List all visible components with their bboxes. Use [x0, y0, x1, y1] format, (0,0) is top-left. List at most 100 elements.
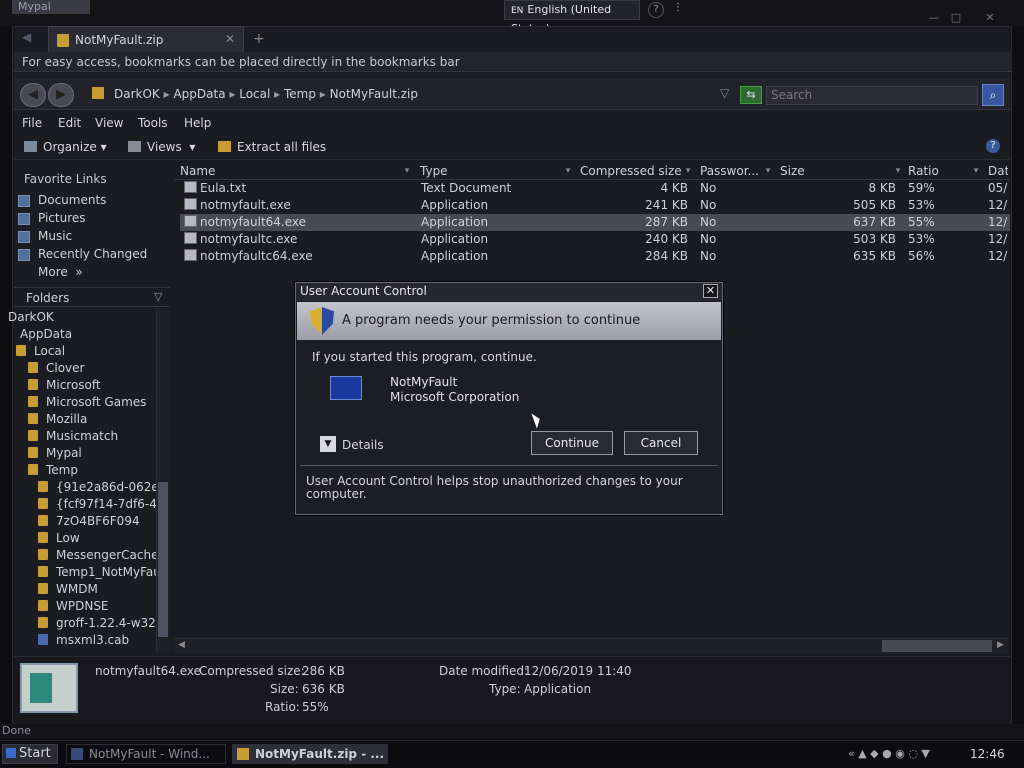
- organize-button[interactable]: Organize ▾: [24, 140, 107, 154]
- file-row[interactable]: notmyfaultc64.exe Application 284 KB No 635 …: [180, 248, 1010, 265]
- fav-recently-changed[interactable]: Recently Changed: [38, 247, 147, 261]
- tree-item[interactable]: {fcf97f14-7df6-4f2: [38, 497, 156, 511]
- cancel-button[interactable]: Cancel: [624, 431, 698, 455]
- clock[interactable]: 12:46: [970, 744, 1014, 764]
- taskbar-item-notmyfault[interactable]: NotMyFault - Wind...: [66, 744, 226, 764]
- tree-item[interactable]: Temp1_NotMyFaul: [38, 565, 156, 579]
- tree-item[interactable]: DarkOK: [8, 310, 156, 324]
- system-tray[interactable]: « ▲ ◆ ● ◉ ◌ ▼: [848, 744, 984, 764]
- column-size[interactable]: Size: [780, 164, 805, 178]
- extract-all-button[interactable]: Extract all files: [218, 140, 326, 154]
- tree-item[interactable]: Microsoft: [28, 378, 156, 392]
- views-button[interactable]: Views ▾: [128, 140, 195, 154]
- language-bar[interactable]: ENEnglish (United States): [504, 0, 640, 35]
- column-ratio-dropdown-icon[interactable]: ▾: [971, 163, 981, 179]
- maximize-icon[interactable]: □: [946, 10, 966, 26]
- continue-button[interactable]: Continue: [531, 431, 613, 455]
- address-dropdown-icon[interactable]: ▽: [720, 86, 729, 100]
- breadcrumb-segment[interactable]: Temp: [284, 87, 316, 101]
- column-name-dropdown-icon[interactable]: ▾: [402, 163, 412, 179]
- tree-item[interactable]: groff-1.22.4-w32-: [38, 616, 156, 630]
- tree-item[interactable]: WMDM: [38, 582, 156, 596]
- scroll-right-icon[interactable]: ▶: [997, 640, 1004, 650]
- tree-item[interactable]: Mozilla: [28, 412, 156, 426]
- extract-icon: [218, 141, 231, 152]
- search-input[interactable]: Search: [766, 86, 978, 105]
- tree-item[interactable]: Low: [38, 531, 156, 545]
- folder-icon: [38, 583, 48, 594]
- tree-item[interactable]: Temp: [28, 463, 156, 477]
- forward-arrow-icon[interactable]: ▶: [48, 83, 74, 107]
- menu-tools[interactable]: Tools: [138, 116, 168, 130]
- file-ratio: 55%: [908, 215, 935, 229]
- breadcrumb-segment[interactable]: AppData: [173, 87, 225, 101]
- tree-item[interactable]: WPDNSE: [38, 599, 156, 613]
- fav-music[interactable]: Music: [38, 229, 72, 243]
- horizontal-scroll-thumb[interactable]: [882, 640, 992, 652]
- window-close-icon[interactable]: ✕: [980, 10, 1000, 26]
- menu-help[interactable]: Help: [184, 116, 211, 130]
- tree-item[interactable]: msxml3.cab: [38, 633, 156, 647]
- column-password-dropdown-icon[interactable]: ▾: [763, 163, 773, 179]
- breadcrumb-separator-icon[interactable]: ▸: [316, 87, 330, 101]
- tree-item[interactable]: {91e2a86d-062e-4: [38, 480, 156, 494]
- breadcrumb-separator-icon[interactable]: ▸: [160, 87, 174, 101]
- tree-item[interactable]: AppData: [20, 327, 156, 341]
- breadcrumb-segment[interactable]: NotMyFault.zip: [330, 87, 418, 101]
- breadcrumb-separator-icon[interactable]: ▸: [226, 87, 240, 101]
- scroll-left-icon[interactable]: ◀: [178, 640, 185, 650]
- tree-item[interactable]: Clover: [28, 361, 156, 375]
- chevron-down-icon[interactable]: ▽: [154, 290, 162, 303]
- tab-close-icon[interactable]: ✕: [225, 32, 235, 46]
- menu-view[interactable]: View: [95, 116, 123, 130]
- column-ratio[interactable]: Ratio: [908, 164, 939, 178]
- tree-item-label: Clover: [46, 361, 85, 375]
- taskbar-item-zip[interactable]: NotMyFault.zip - ...: [232, 744, 388, 764]
- tree-item[interactable]: Mypal: [28, 446, 156, 460]
- breadcrumb-segment[interactable]: DarkOK: [114, 87, 160, 101]
- fav-pictures[interactable]: Pictures: [38, 211, 86, 225]
- mypal-window-tab[interactable]: Mypal: [12, 0, 90, 14]
- column-type-dropdown-icon[interactable]: ▾: [563, 163, 573, 179]
- column-date[interactable]: Date: [988, 164, 1008, 178]
- tree-item[interactable]: Musicmatch: [28, 429, 156, 443]
- search-icon[interactable]: ⌕: [982, 84, 1004, 106]
- language-options-icon[interactable]: ⋮: [672, 2, 684, 20]
- menu-edit[interactable]: Edit: [58, 116, 81, 130]
- tree-item[interactable]: 7zO4BF6F094: [38, 514, 156, 528]
- chevron-down-icon[interactable]: ▼: [320, 436, 336, 452]
- breadcrumb[interactable]: DarkOK ▸ AppData ▸ Local ▸ Temp ▸ NotMyF…: [114, 85, 726, 103]
- tree-scroll-thumb[interactable]: [158, 482, 168, 637]
- tab-scroll-left-icon[interactable]: ◀: [22, 30, 31, 44]
- application-icon: [184, 249, 197, 261]
- details-toggle-label[interactable]: Details: [342, 438, 384, 452]
- more-favorites-link[interactable]: More »: [38, 265, 83, 279]
- file-row[interactable]: notmyfault64.exe Application 287 KB No 637 K…: [180, 214, 1010, 231]
- refresh-icon[interactable]: ⇆: [740, 86, 762, 104]
- menu-file[interactable]: File: [22, 116, 42, 130]
- fav-documents[interactable]: Documents: [38, 193, 106, 207]
- column-compressed-size[interactable]: Compressed size: [580, 164, 682, 178]
- file-row[interactable]: Eula.txt Text Document 4 KB No 8 KB 59% 05/: [180, 180, 1010, 197]
- folders-header[interactable]: Folders: [14, 287, 170, 307]
- column-name[interactable]: Name: [180, 164, 215, 178]
- new-tab-icon[interactable]: +: [250, 30, 268, 48]
- back-arrow-icon[interactable]: ◀: [20, 83, 46, 107]
- column-type[interactable]: Type: [420, 164, 448, 178]
- file-ratio: 53%: [908, 232, 935, 246]
- column-password[interactable]: Passwor...: [700, 164, 759, 178]
- file-row[interactable]: notmyfaultc.exe Application 240 KB No 503 KB…: [180, 231, 1010, 248]
- column-size-dropdown-icon[interactable]: ▾: [893, 163, 903, 179]
- tree-item[interactable]: Microsoft Games: [28, 395, 156, 409]
- file-row[interactable]: notmyfault.exe Application 241 KB No 505 KB 5…: [180, 197, 1010, 214]
- minimize-icon[interactable]: —: [924, 10, 944, 26]
- tree-item[interactable]: Local: [16, 344, 156, 358]
- language-help-icon[interactable]: ?: [648, 2, 664, 18]
- breadcrumb-segment[interactable]: Local: [239, 87, 270, 101]
- help-icon[interactable]: ?: [986, 139, 1000, 153]
- tree-item[interactable]: MessengerCache: [38, 548, 156, 562]
- breadcrumb-separator-icon[interactable]: ▸: [270, 87, 284, 101]
- column-compressed-dropdown-icon[interactable]: ▾: [683, 163, 693, 179]
- close-icon[interactable]: ✕: [703, 284, 718, 298]
- browser-tab-active[interactable]: NotMyFault.zip ✕: [48, 26, 244, 52]
